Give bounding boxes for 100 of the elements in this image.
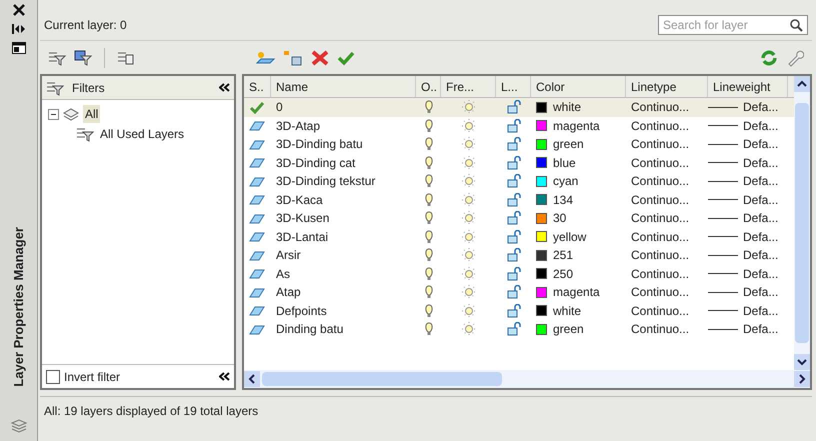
color-swatch[interactable] — [536, 176, 547, 187]
column-header[interactable]: S.. — [244, 76, 271, 97]
layer-icon[interactable] — [249, 322, 265, 336]
lock-icon[interactable] — [506, 230, 520, 244]
color-swatch[interactable] — [536, 120, 547, 132]
column-header[interactable]: Linetype — [626, 76, 708, 97]
lock-icon[interactable] — [506, 100, 520, 114]
wrench-icon[interactable] — [786, 48, 804, 66]
lightbulb-icon[interactable] — [422, 174, 434, 188]
lightbulb-icon[interactable] — [422, 266, 434, 281]
sun-icon[interactable] — [462, 248, 476, 262]
column-header[interactable]: Lineweight — [708, 76, 788, 97]
sun-icon[interactable] — [462, 100, 476, 114]
sun-icon[interactable] — [462, 322, 476, 336]
lightbulb-icon[interactable] — [422, 192, 434, 207]
lock-icon[interactable] — [506, 118, 520, 133]
lock-icon[interactable] — [506, 156, 520, 170]
scroll-right-icon[interactable] — [794, 371, 810, 387]
layer-row[interactable]: 3D-Atap magenta Continuo... Defa... — [244, 116, 794, 135]
lightbulb-icon[interactable] — [422, 118, 434, 133]
color-swatch[interactable] — [536, 102, 547, 113]
lock-icon[interactable] — [506, 211, 520, 226]
sun-icon[interactable] — [462, 137, 476, 152]
column-header[interactable]: Fre... — [441, 76, 496, 97]
color-swatch[interactable] — [536, 268, 547, 280]
color-swatch[interactable] — [536, 231, 547, 242]
lightbulb-icon[interactable] — [422, 285, 434, 300]
scroll-left-icon[interactable] — [244, 371, 260, 387]
layer-icon[interactable] — [249, 174, 265, 188]
search-field[interactable]: Search for layer — [658, 15, 808, 35]
layer-icon[interactable] — [249, 119, 265, 132]
lock-icon[interactable] — [506, 174, 520, 188]
close-icon[interactable] — [12, 4, 24, 16]
lock-icon[interactable] — [506, 322, 520, 336]
vertical-scrollbar[interactable] — [794, 76, 810, 370]
scroll-down-icon[interactable] — [794, 354, 810, 370]
layer-icon[interactable] — [249, 304, 265, 318]
invert-filter-checkbox[interactable] — [46, 370, 60, 384]
column-header[interactable]: O.. — [416, 76, 441, 97]
sun-icon[interactable] — [462, 285, 476, 300]
layer-icon[interactable] — [249, 267, 265, 280]
color-swatch[interactable] — [536, 194, 547, 206]
sun-icon[interactable] — [462, 304, 476, 318]
sun-icon[interactable] — [462, 211, 476, 226]
layer-icon[interactable] — [249, 212, 265, 225]
color-swatch[interactable] — [536, 305, 547, 316]
color-swatch[interactable] — [536, 138, 547, 150]
tree-item[interactable]: All — [83, 105, 100, 123]
layer-icon[interactable] — [249, 156, 265, 170]
new-layer-icon[interactable] — [255, 50, 275, 66]
new-layer-vp-icon[interactable] — [283, 50, 303, 66]
column-header[interactable]: Name — [271, 76, 416, 97]
properties-icon[interactable] — [12, 42, 26, 54]
set-current-icon[interactable] — [337, 50, 355, 66]
layer-icon[interactable] — [249, 230, 265, 244]
lightbulb-icon[interactable] — [422, 211, 434, 226]
collapse-icon[interactable] — [219, 372, 230, 381]
lightbulb-icon[interactable] — [422, 137, 434, 152]
lightbulb-icon[interactable] — [422, 230, 434, 244]
new-filter-icon[interactable] — [48, 50, 66, 66]
lock-icon[interactable] — [506, 248, 520, 262]
column-header[interactable]: Color — [531, 76, 626, 97]
collapse-toggle-icon[interactable] — [48, 108, 59, 120]
lock-icon[interactable] — [506, 137, 520, 152]
lightbulb-icon[interactable] — [422, 248, 434, 262]
horizontal-scrollbar[interactable] — [244, 370, 810, 388]
lightbulb-icon[interactable] — [422, 304, 434, 318]
color-swatch[interactable] — [536, 324, 547, 335]
lock-icon[interactable] — [506, 285, 520, 300]
lightbulb-icon[interactable] — [422, 156, 434, 170]
lock-icon[interactable] — [506, 192, 520, 207]
sun-icon[interactable] — [462, 174, 476, 188]
sun-icon[interactable] — [462, 156, 476, 170]
column-header[interactable]: L... — [496, 76, 531, 97]
filter-icon[interactable] — [76, 126, 94, 142]
delete-icon[interactable] — [311, 50, 329, 66]
lightbulb-icon[interactable] — [422, 100, 434, 114]
lock-icon[interactable] — [506, 304, 520, 318]
auto-hide-icon[interactable] — [12, 24, 26, 34]
sun-icon[interactable] — [462, 266, 476, 281]
current-check-icon[interactable] — [249, 100, 265, 114]
lightbulb-icon[interactable] — [422, 322, 434, 336]
layers-icon[interactable] — [63, 107, 79, 121]
lock-icon[interactable] — [506, 266, 520, 281]
refresh-icon[interactable] — [760, 50, 778, 66]
layer-icon[interactable] — [249, 193, 265, 206]
color-swatch[interactable] — [536, 212, 547, 224]
color-swatch[interactable] — [536, 250, 547, 261]
sun-icon[interactable] — [462, 230, 476, 244]
scroll-up-icon[interactable] — [794, 76, 810, 92]
states-manager-icon[interactable] — [117, 50, 135, 66]
color-swatch[interactable] — [536, 157, 547, 168]
sun-icon[interactable] — [462, 192, 476, 207]
layer-icon[interactable] — [249, 138, 265, 151]
layer-icon[interactable] — [249, 248, 265, 262]
layer-row[interactable]: 0 white Continuo... Defa... — [244, 98, 794, 116]
tree-item[interactable]: All Used Layers — [98, 125, 186, 143]
collapse-icon[interactable] — [219, 83, 230, 92]
sun-icon[interactable] — [462, 118, 476, 133]
group-filter-icon[interactable] — [74, 50, 92, 66]
